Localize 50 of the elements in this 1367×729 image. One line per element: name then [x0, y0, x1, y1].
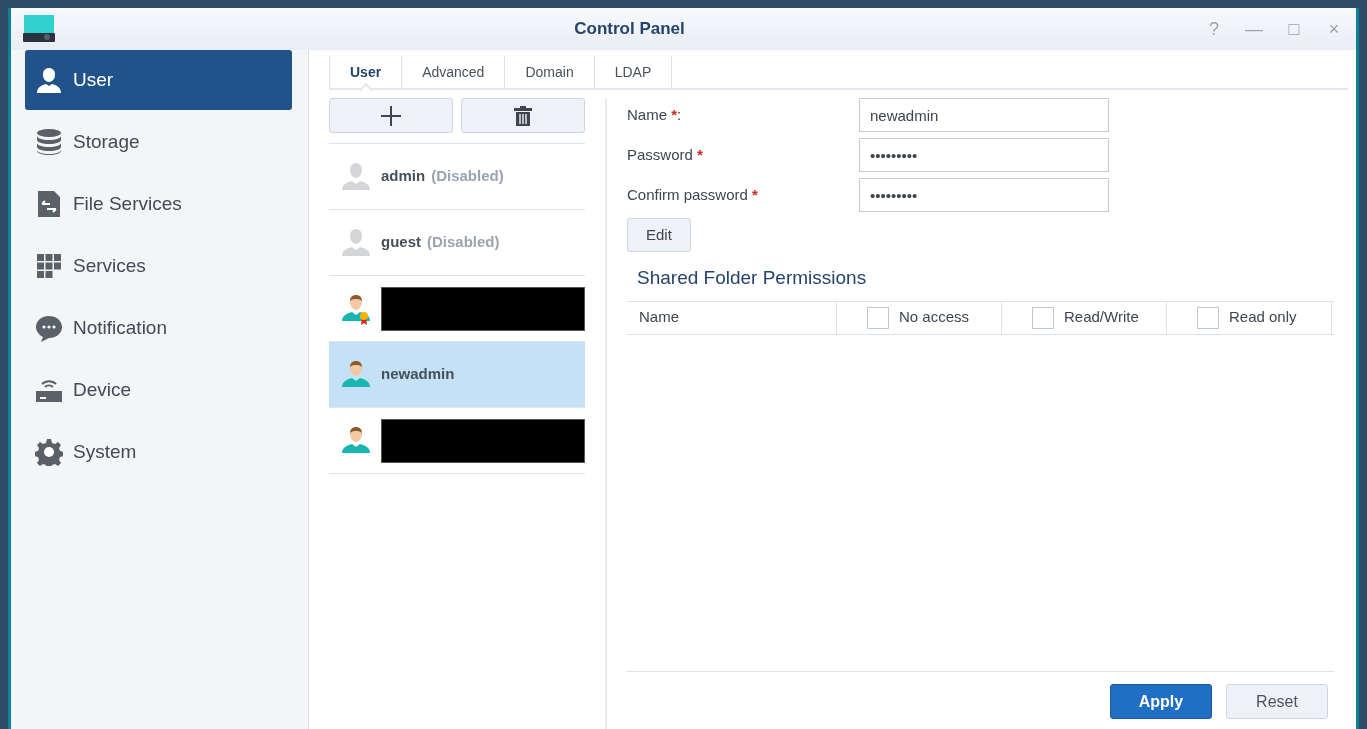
edit-button[interactable]: Edit [627, 218, 691, 252]
checkbox[interactable] [1032, 306, 1054, 329]
file-transfer-icon [35, 190, 63, 218]
apply-button[interactable]: Apply [1110, 684, 1212, 719]
column-header: Read only [1229, 307, 1297, 328]
user-name: admin [381, 166, 426, 187]
reset-button[interactable]: Reset [1226, 684, 1328, 719]
user-status: (Disabled) [427, 232, 500, 253]
column-header: Name [639, 307, 679, 328]
sidebar-item[interactable]: System [25, 422, 292, 482]
tab[interactable]: LDAP [593, 56, 673, 88]
sidebar-item[interactable]: Device [25, 360, 292, 420]
settings-icon [35, 438, 63, 466]
grid-icon [35, 252, 63, 280]
add-button[interactable] [329, 98, 453, 133]
sidebar-item[interactable]: Services [25, 236, 292, 296]
checkbox[interactable] [867, 306, 889, 329]
field-label: Name *: [627, 104, 683, 125]
field-label: Password * [627, 144, 704, 165]
user-award-icon [341, 292, 371, 325]
plus-icon [380, 104, 402, 127]
tab[interactable]: Domain [504, 56, 594, 88]
checkbox[interactable] [1197, 306, 1219, 329]
user-row[interactable]: newadmin [329, 342, 585, 408]
user-row[interactable]: guest (Disabled) [329, 210, 585, 276]
user-row[interactable]: admin (Disabled) [329, 144, 585, 210]
text-field[interactable]: newadmin [859, 98, 1109, 132]
sidebar-item[interactable]: User [25, 50, 292, 110]
text-field[interactable]: ••••••••• [859, 178, 1109, 212]
sidebar-item[interactable]: File Services [25, 174, 292, 234]
column-header: Read/Write [1064, 307, 1139, 328]
sidebar-item[interactable]: Notification [25, 298, 292, 358]
user-avatar-icon [341, 160, 371, 193]
chat-bubble-icon [35, 314, 63, 342]
text-field[interactable]: ••••••••• [859, 138, 1109, 172]
sidebar-item[interactable]: Storage [25, 112, 292, 172]
window-title: Control Panel [573, 18, 686, 41]
user-avatar-icon [341, 226, 371, 259]
tab[interactable]: Advanced [401, 56, 505, 88]
user-name: guest [381, 232, 421, 253]
field-label: Confirm password * [627, 184, 759, 205]
column-header: No access [899, 307, 970, 328]
user-icon [35, 66, 63, 94]
section-title: Shared Folder Permissions [636, 266, 868, 290]
user-status: (Disabled) [431, 166, 504, 187]
app-logo-icon [23, 15, 55, 43]
user-name: newadmin [381, 364, 455, 385]
trash-icon [514, 105, 532, 126]
database-icon [35, 128, 63, 156]
delete-button[interactable] [461, 98, 585, 133]
